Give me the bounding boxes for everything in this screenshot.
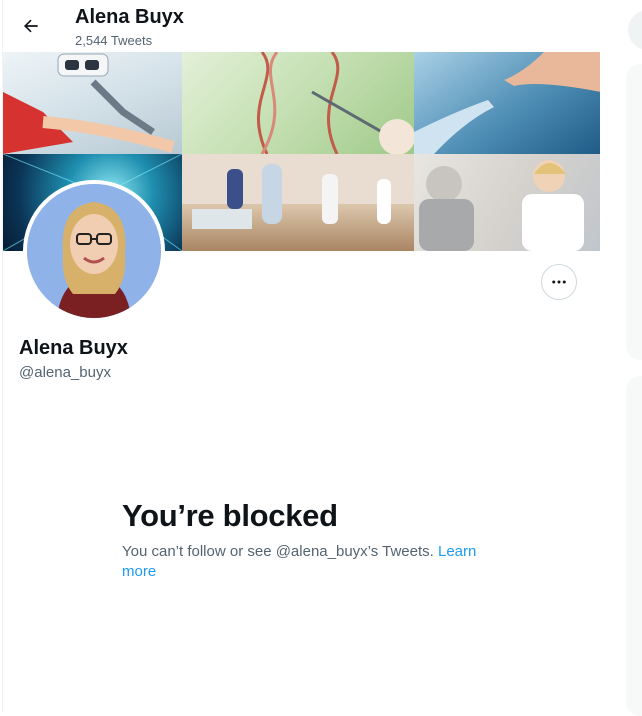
profile-name: Alena Buyx: [19, 337, 128, 359]
avatar[interactable]: [23, 180, 165, 322]
arrow-left-icon: [24, 19, 38, 33]
banner-photo-hospital-corridor: [182, 154, 414, 251]
blocked-message: You can’t follow or see @alena_buyx’s Tw…: [122, 542, 492, 582]
blocked-message-text: You can’t follow or see @alena_buyx’s Tw…: [122, 543, 438, 560]
right-sidebar: [600, 0, 642, 716]
banner-photo-hands: [414, 52, 601, 154]
ellipsis-icon: [552, 280, 566, 284]
profile-header: Alena Buyx 2,544 Tweets: [3, 0, 601, 52]
header-title: Alena Buyx: [75, 6, 184, 28]
sidebar-card: [626, 64, 642, 360]
profile-column: Alena Buyx 2,544 Tweets Alena Buyx @alen…: [2, 0, 602, 713]
search-box[interactable]: [628, 10, 642, 50]
sidebar-card: [626, 376, 642, 716]
blocked-title: You’re blocked: [122, 498, 338, 533]
banner-photo-dna: [182, 52, 414, 154]
banner-photo-robot-arm: [3, 52, 182, 154]
banner-photo-doctor-patient: [414, 154, 601, 251]
profile-handle: @alena_buyx: [19, 364, 111, 381]
tweet-count: 2,544 Tweets: [75, 33, 153, 48]
back-button[interactable]: [15, 10, 47, 42]
more-options-button[interactable]: [541, 264, 577, 300]
